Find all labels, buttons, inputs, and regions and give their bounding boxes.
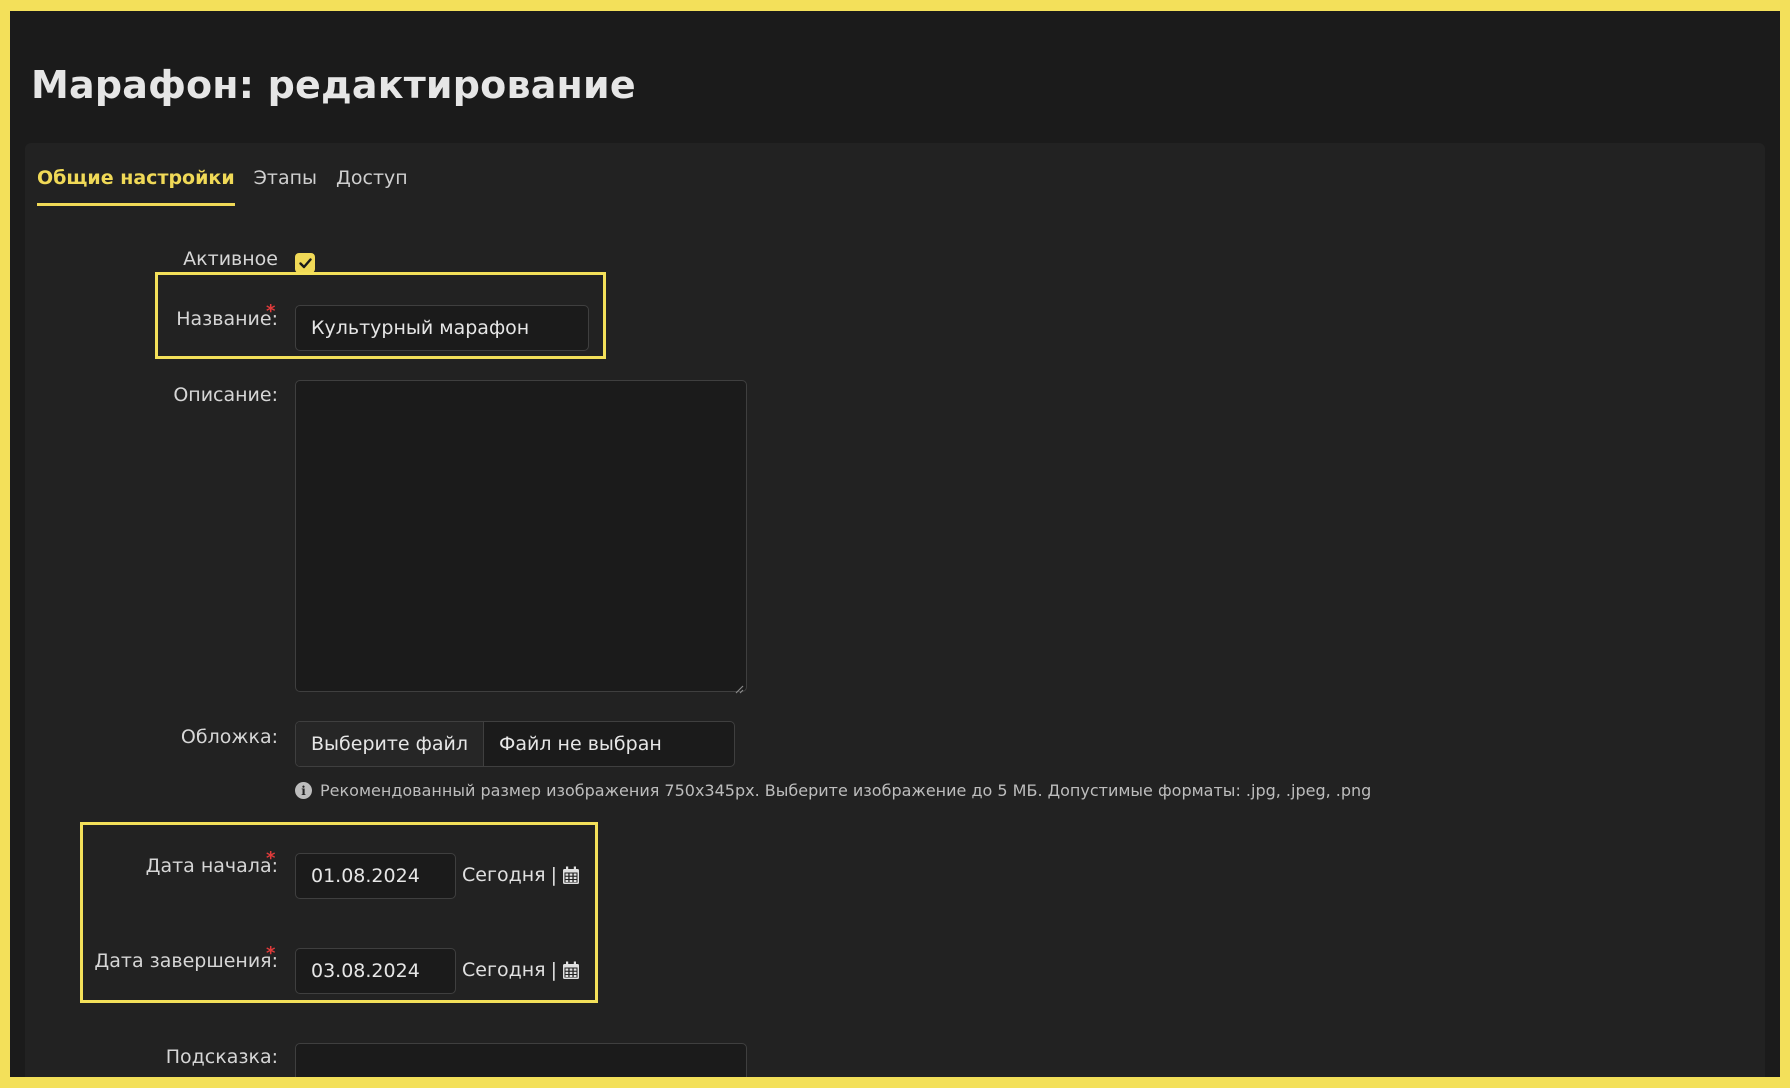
cover-hint: i Рекомендованный размер изображения 750… [295, 781, 1371, 800]
check-icon [298, 254, 312, 273]
resize-grip-icon[interactable] [734, 679, 744, 694]
tab-bar: Общие настройки Этапы Доступ [37, 167, 427, 207]
file-status-text: Файл не выбран [499, 733, 662, 755]
choose-file-button[interactable]: Выберите файл [296, 722, 485, 766]
tab-stages[interactable]: Этапы [254, 167, 317, 203]
description-textarea[interactable] [295, 380, 747, 694]
tab-access[interactable]: Доступ [336, 167, 408, 203]
hint-field-textarea[interactable] [295, 1043, 747, 1077]
name-field-highlight [155, 272, 606, 359]
cover-hint-text: Рекомендованный размер изображения 750x3… [320, 781, 1372, 800]
cover-label: Обложка: [180, 726, 278, 748]
cover-file-input[interactable]: Выберите файл Файл не выбран [295, 721, 735, 767]
page-title: Марафон: редактирование [31, 63, 636, 107]
active-checkbox[interactable] [295, 253, 315, 273]
description-label: Описание: [173, 384, 278, 406]
hint-field-label: Подсказка: [165, 1046, 278, 1068]
info-icon: i [295, 782, 312, 799]
tab-general-settings[interactable]: Общие настройки [37, 167, 235, 206]
active-label: Активное [183, 248, 278, 270]
date-fields-highlight [80, 822, 598, 1003]
